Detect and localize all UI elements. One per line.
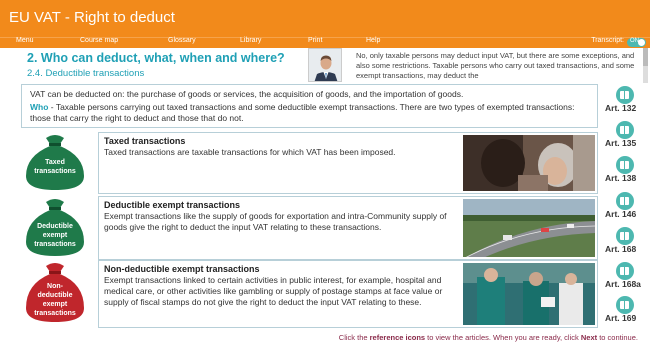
transcript-toggle[interactable]: ON bbox=[627, 38, 646, 47]
article-label[interactable]: Art. 169 bbox=[605, 313, 636, 323]
book-icon[interactable] bbox=[616, 262, 634, 280]
card-description: Exempt transactions linked to certain ac… bbox=[104, 275, 443, 307]
card-description: Exempt transactions like the supply of g… bbox=[104, 211, 447, 232]
bag-label-line: Non- bbox=[47, 283, 63, 290]
card-title: Non-deductible exempt transactions bbox=[104, 264, 260, 274]
title-bar: EU VAT - Right to deduct bbox=[0, 0, 650, 37]
bag-label-line: transactions bbox=[34, 241, 76, 248]
bag-label-line: transactions bbox=[34, 168, 76, 175]
menu-item-course-map[interactable]: Course map bbox=[80, 37, 118, 44]
article-label[interactable]: Art. 135 bbox=[605, 138, 636, 148]
highway-trucks-photo bbox=[463, 199, 595, 257]
article-label[interactable]: Art. 168 bbox=[605, 244, 636, 254]
card-text: Non-deductible exempt transactions Exemp… bbox=[104, 264, 462, 308]
bag-label: Non- deductible exempt transactions bbox=[20, 282, 90, 318]
menu-item-print[interactable]: Print bbox=[308, 37, 322, 44]
article-references: Art. 132 Art. 135 Art. 138 Art. 146 Art.… bbox=[601, 84, 650, 329]
article-label[interactable]: Art. 132 bbox=[605, 103, 636, 113]
card-title: Deductible exempt transactions bbox=[104, 200, 241, 210]
deductible-exempt-card: Deductible exempt transactions Exempt tr… bbox=[98, 196, 598, 260]
bag-label-line: deductible bbox=[37, 292, 73, 299]
book-icon[interactable] bbox=[616, 156, 634, 174]
medical-staff-photo bbox=[463, 263, 595, 325]
intro-who-paragraph: Who - Taxable persons carrying out taxed… bbox=[30, 102, 589, 124]
page-title: 2. Who can deduct, what, when and where? bbox=[27, 51, 285, 65]
card-title: Taxed transactions bbox=[104, 136, 186, 146]
footer-reference-icons: reference icons bbox=[369, 333, 426, 342]
menu-item-menu[interactable]: Menu bbox=[16, 37, 34, 44]
article-label[interactable]: Art. 138 bbox=[605, 173, 636, 183]
bag-label-line: Deductible bbox=[37, 223, 73, 230]
intro-line: VAT can be deducted on: the purchase of … bbox=[30, 89, 464, 99]
footer-instruction: Click the reference icons to view the ar… bbox=[339, 333, 638, 342]
menu-item-library[interactable]: Library bbox=[240, 37, 261, 44]
bag-label: Deductible exempt transactions bbox=[20, 222, 90, 249]
who-label: Who bbox=[30, 102, 49, 112]
menu-item-help[interactable]: Help bbox=[366, 37, 380, 44]
toggle-knob bbox=[638, 39, 645, 46]
menu-item-glossary[interactable]: Glossary bbox=[168, 37, 196, 44]
book-icon[interactable] bbox=[616, 296, 634, 314]
bag-label-line: exempt bbox=[42, 232, 68, 239]
window-title: EU VAT - Right to deduct bbox=[9, 9, 175, 26]
book-icon[interactable] bbox=[616, 121, 634, 139]
intro-box: VAT can be deducted on: the purchase of … bbox=[21, 84, 598, 128]
bag-label-line: Taxed bbox=[45, 159, 65, 166]
non-deductible-exempt-card: Non-deductible exempt transactions Exemp… bbox=[98, 260, 598, 328]
narrator-avatar bbox=[308, 48, 342, 82]
article-label[interactable]: Art. 168a bbox=[605, 279, 641, 289]
hairdresser-photo bbox=[463, 135, 595, 191]
transcript-scroll-thumb[interactable] bbox=[643, 48, 648, 66]
book-icon[interactable] bbox=[616, 227, 634, 245]
card-text: Deductible exempt transactions Exempt tr… bbox=[104, 200, 462, 233]
footer-mid: to view the articles. When you are ready… bbox=[425, 333, 581, 342]
transcript-text: No, only taxable persons may deduct inpu… bbox=[356, 51, 635, 80]
transcript-label: Transcript: bbox=[591, 37, 624, 44]
card-text: Taxed transactions Taxed transactions ar… bbox=[104, 136, 462, 158]
taxed-transactions-bag-icon: Taxed transactions bbox=[20, 132, 90, 194]
bag-label-line: exempt bbox=[42, 301, 68, 308]
menu-bar: Menu Course map Glossary Library Print H… bbox=[0, 37, 650, 48]
bag-label: Taxed transactions bbox=[20, 158, 90, 176]
bag-label-line: transactions bbox=[34, 310, 76, 317]
taxed-transactions-card: Taxed transactions Taxed transactions ar… bbox=[98, 132, 598, 194]
who-text: - Taxable persons carrying out taxed tra… bbox=[30, 102, 575, 123]
page-subtitle: 2.4. Deductible transactions bbox=[27, 68, 145, 79]
card-description: Taxed transactions are taxable transacti… bbox=[104, 147, 396, 157]
deductible-exempt-bag-icon: Deductible exempt transactions bbox=[20, 196, 90, 260]
article-label[interactable]: Art. 146 bbox=[605, 209, 636, 219]
footer-pre: Click the bbox=[338, 333, 370, 342]
non-deductible-exempt-bag-icon: Non- deductible exempt transactions bbox=[20, 260, 90, 326]
book-icon[interactable] bbox=[616, 86, 634, 104]
footer-post: to continue. bbox=[597, 333, 638, 342]
book-icon[interactable] bbox=[616, 192, 634, 210]
footer-next: Next bbox=[580, 333, 598, 342]
